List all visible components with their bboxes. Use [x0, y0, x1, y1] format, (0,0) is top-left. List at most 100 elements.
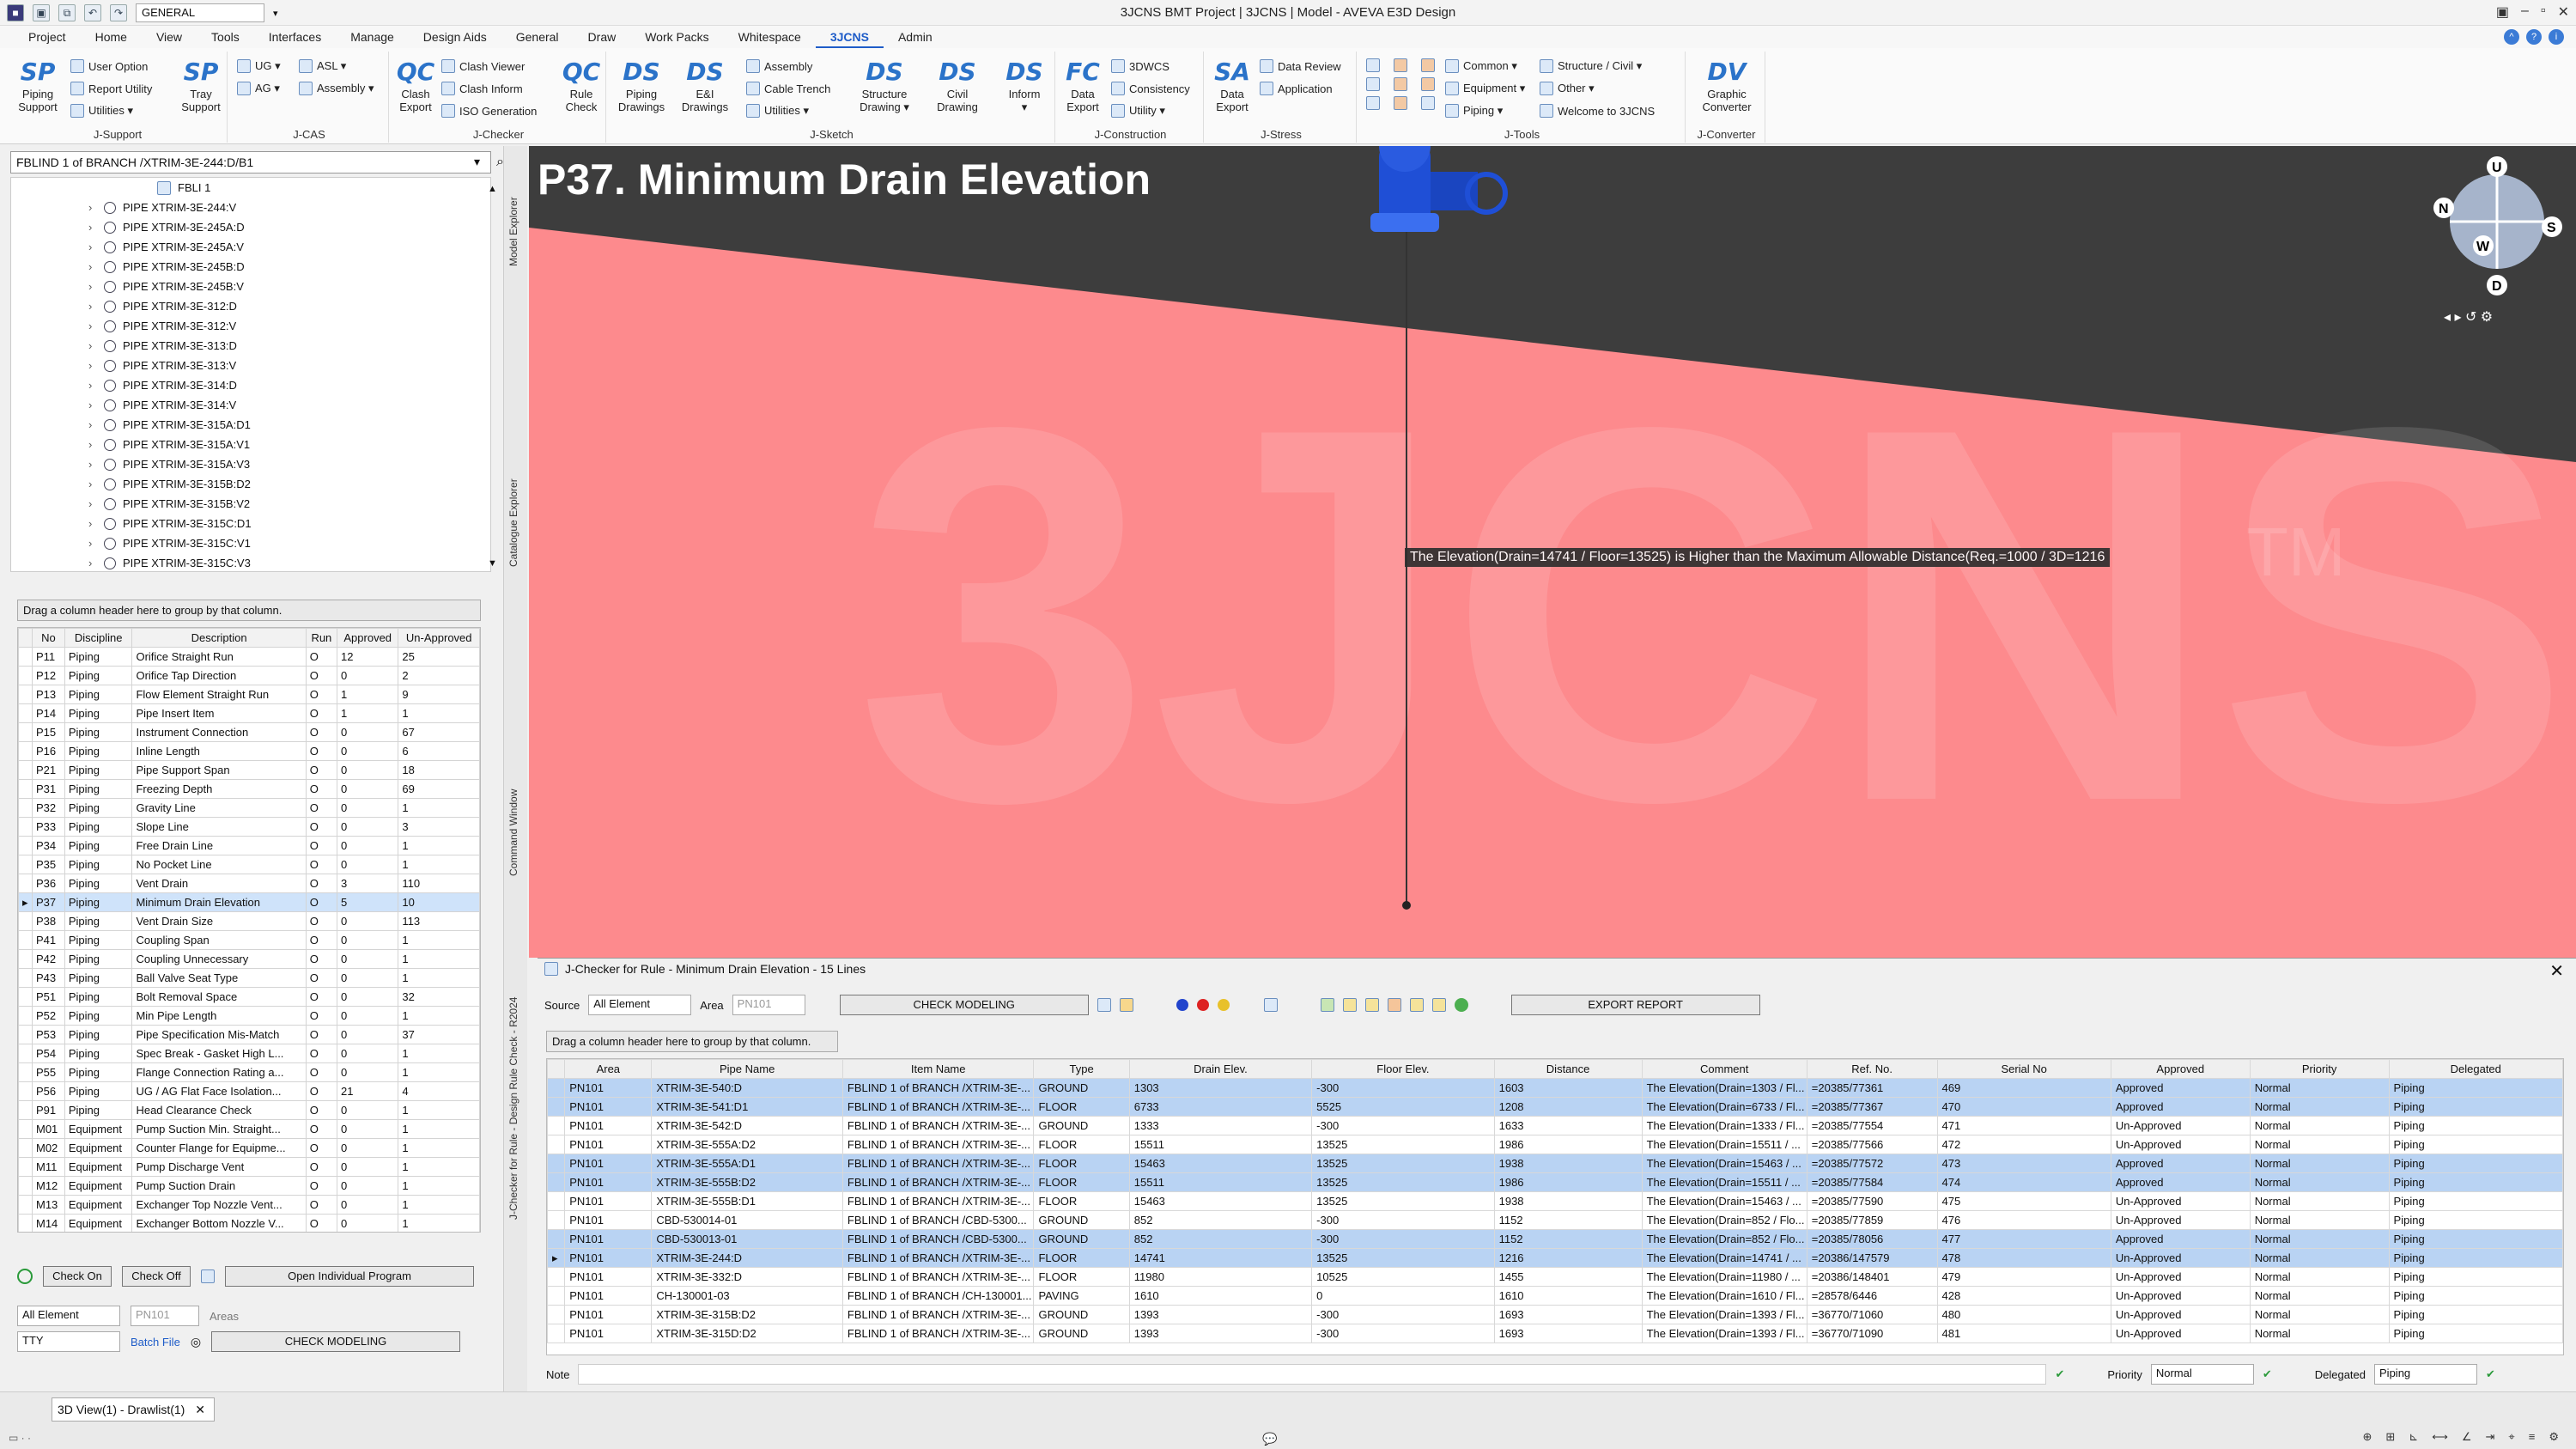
- red-dot-icon[interactable]: [1196, 999, 1209, 1011]
- expand-icon[interactable]: ›: [88, 379, 97, 392]
- tree-item[interactable]: › PIPE XTRIM-3E-245B:V: [11, 277, 490, 296]
- tool-icon[interactable]: [1394, 96, 1407, 110]
- rule-source-select[interactable]: All Element: [17, 1306, 120, 1326]
- assembly-button[interactable]: Assembly ▾: [299, 79, 374, 98]
- restore-icon[interactable]: ▣: [2496, 3, 2509, 21]
- clash-export-button[interactable]: QC Clash Export: [393, 57, 438, 113]
- common-button[interactable]: Common ▾: [1445, 57, 1517, 76]
- rule-row[interactable]: P21 Piping Pipe Support Span O 0 18: [18, 760, 480, 780]
- utilities-button[interactable]: Utilities ▾: [70, 101, 133, 120]
- expand-icon[interactable]: ›: [88, 320, 97, 332]
- rule-row[interactable]: P31 Piping Freezing Depth O 0 69: [18, 779, 480, 799]
- expand-icon[interactable]: ›: [88, 359, 97, 372]
- result-row[interactable]: PN101 XTRIM-3E-555A:D2 FBLIND 1 of BRANCH …: [547, 1135, 2563, 1154]
- result-row[interactable]: PN101 XTRIM-3E-555A:D1 FBLIND 1 of BRANCH …: [547, 1154, 2563, 1173]
- expand-icon[interactable]: ›: [88, 458, 97, 471]
- results-column-header[interactable]: Approved: [2110, 1059, 2251, 1079]
- expand-icon[interactable]: ›: [88, 201, 97, 214]
- sketch-assembly-button[interactable]: Assembly: [746, 57, 812, 76]
- tool-icon[interactable]: [1394, 77, 1407, 91]
- rule-row[interactable]: P51 Piping Bolt Removal Space O 0 32: [18, 987, 480, 1007]
- rule-row[interactable]: P13 Piping Flow Element Straight Run O 1 9: [18, 685, 480, 704]
- export-report-button[interactable]: EXPORT REPORT: [1510, 995, 1760, 1015]
- rule-row[interactable]: P14 Piping Pipe Insert Item O 1 1: [18, 703, 480, 723]
- expand-icon[interactable]: ›: [88, 537, 97, 550]
- rule-row[interactable]: P16 Piping Inline Length O 0 6: [18, 741, 480, 761]
- menu-tools[interactable]: Tools: [197, 26, 254, 48]
- clash-inform-button[interactable]: Clash Inform: [441, 79, 523, 98]
- tab-j-checker[interactable]: J-Checker for Rule - Design Rule Check -…: [507, 893, 519, 1220]
- ortho-icon[interactable]: ⊾: [2409, 1430, 2418, 1444]
- tool-icon[interactable]: [1366, 96, 1380, 110]
- clash-viewer-button[interactable]: Clash Viewer: [441, 57, 525, 76]
- measure-icon[interactable]: ⟷: [2432, 1430, 2448, 1444]
- tab-model-explorer[interactable]: Model Explorer: [507, 155, 519, 266]
- menu-project[interactable]: Project: [14, 26, 81, 48]
- expand-icon[interactable]: ›: [88, 300, 97, 313]
- results-column-header[interactable]: Area: [564, 1059, 653, 1079]
- tty-select[interactable]: TTY: [17, 1331, 120, 1352]
- menu-view[interactable]: View: [142, 26, 197, 48]
- rule-check-modeling-button[interactable]: CHECK MODELING: [211, 1331, 461, 1352]
- menu-home[interactable]: Home: [81, 26, 142, 48]
- rule-row[interactable]: P36 Piping Vent Drain O 3 110: [18, 874, 480, 893]
- tool-icon[interactable]: [1394, 58, 1407, 72]
- user-option-button[interactable]: User Option: [70, 57, 148, 76]
- rule-area-select[interactable]: PN101: [131, 1306, 199, 1326]
- other-button[interactable]: Other ▾: [1540, 79, 1595, 98]
- rule-row[interactable]: P33 Piping Slope Line O 0 3: [18, 817, 480, 837]
- piping-tools-button[interactable]: Piping ▾: [1445, 101, 1503, 120]
- rule-row[interactable]: P11 Piping Orifice Straight Run O 12 25: [18, 647, 480, 667]
- note-apply-icon[interactable]: ✔: [2055, 1367, 2064, 1381]
- blue-dot-icon[interactable]: [1176, 999, 1188, 1011]
- tree-item[interactable]: › PIPE XTRIM-3E-314:V: [11, 395, 490, 415]
- expand-icon[interactable]: ›: [88, 280, 97, 293]
- expand-icon[interactable]: ›: [88, 497, 97, 510]
- 3d-viewport[interactable]: 3JCNS TM P37. Minimum Drain Elevation Th…: [529, 146, 2576, 958]
- expand-icon[interactable]: ›: [88, 399, 97, 411]
- move-icon[interactable]: [1409, 998, 1424, 1012]
- tree-item[interactable]: › PIPE XTRIM-3E-313:D: [11, 336, 490, 356]
- delete-icon[interactable]: [1387, 998, 1401, 1012]
- result-row[interactable]: PN101 XTRIM-3E-555B:D2 FBLIND 1 of BRANCH …: [547, 1172, 2563, 1192]
- welcome-button[interactable]: Welcome to 3JCNS: [1540, 101, 1655, 120]
- rule-row[interactable]: P52 Piping Min Pipe Length O 0 1: [18, 1006, 480, 1026]
- tree-item[interactable]: › PIPE XTRIM-3E-315A:D1: [11, 415, 490, 435]
- menu-interfaces[interactable]: Interfaces: [254, 26, 336, 48]
- rule-row[interactable]: P15 Piping Instrument Connection O 0 67: [18, 722, 480, 742]
- rule-row[interactable]: P55 Piping Flange Connection Rating a... O 0…: [18, 1062, 480, 1082]
- menu-whitespace[interactable]: Whitespace: [724, 26, 816, 48]
- results-column-header[interactable]: Pipe Name: [651, 1059, 843, 1079]
- expand-icon[interactable]: ›: [88, 260, 97, 273]
- dimension-icon[interactable]: ⇥: [2486, 1430, 2495, 1444]
- expand-icon[interactable]: ›: [88, 438, 97, 451]
- data-review-button[interactable]: Data Review: [1260, 57, 1341, 76]
- rule-row[interactable]: M02 Equipment Counter Flange for Equipme..…: [18, 1138, 480, 1158]
- menu-manage[interactable]: Manage: [336, 26, 409, 48]
- angle-icon[interactable]: ∠: [2462, 1430, 2472, 1444]
- explorer-dropdown-icon[interactable]: ▾: [474, 155, 480, 169]
- results-column-header[interactable]: Priority: [2249, 1059, 2390, 1079]
- results-column-header[interactable]: Comment: [1641, 1059, 1807, 1079]
- tool-icon[interactable]: [1366, 58, 1380, 72]
- rules-column-header[interactable]: Discipline: [64, 628, 133, 648]
- result-row[interactable]: PN101 XTRIM-3E-542:D FBLIND 1 of BRANCH /X…: [547, 1116, 2563, 1135]
- results-column-header[interactable]: Drain Elev.: [1128, 1059, 1313, 1079]
- rule-row[interactable]: P42 Piping Coupling Unnecessary O 0 1: [18, 949, 480, 969]
- result-row[interactable]: PN101 XTRIM-3E-332:D FBLIND 1 of BRANCH /X…: [547, 1267, 2563, 1287]
- tree-item[interactable]: › PIPE XTRIM-3E-315A:V1: [11, 435, 490, 454]
- j-checker-close-icon[interactable]: ✕: [2549, 960, 2564, 982]
- tool-icon[interactable]: [1421, 58, 1435, 72]
- info-icon[interactable]: i: [2549, 29, 2564, 45]
- rule-row[interactable]: P53 Piping Pipe Specification Mis-Match O 0 3…: [18, 1025, 480, 1044]
- rule-row[interactable]: P91 Piping Head Clearance Check O 0 1: [18, 1100, 480, 1120]
- inform-button[interactable]: DS Inform ▾: [999, 57, 1050, 113]
- consistency-button[interactable]: Consistency: [1111, 79, 1190, 98]
- rule-row[interactable]: P41 Piping Coupling Span O 0 1: [18, 930, 480, 950]
- results-column-header[interactable]: Delegated: [2388, 1059, 2563, 1079]
- delegated-apply-icon[interactable]: ✔: [2486, 1367, 2495, 1381]
- play-icon[interactable]: [1119, 998, 1133, 1012]
- 3d-view-tab[interactable]: 3D View(1) - Drawlist(1) ✕: [52, 1397, 215, 1422]
- rule-row[interactable]: P12 Piping Orifice Tap Direction O 0 2: [18, 666, 480, 685]
- tree-item[interactable]: › PIPE XTRIM-3E-244:V: [11, 198, 490, 217]
